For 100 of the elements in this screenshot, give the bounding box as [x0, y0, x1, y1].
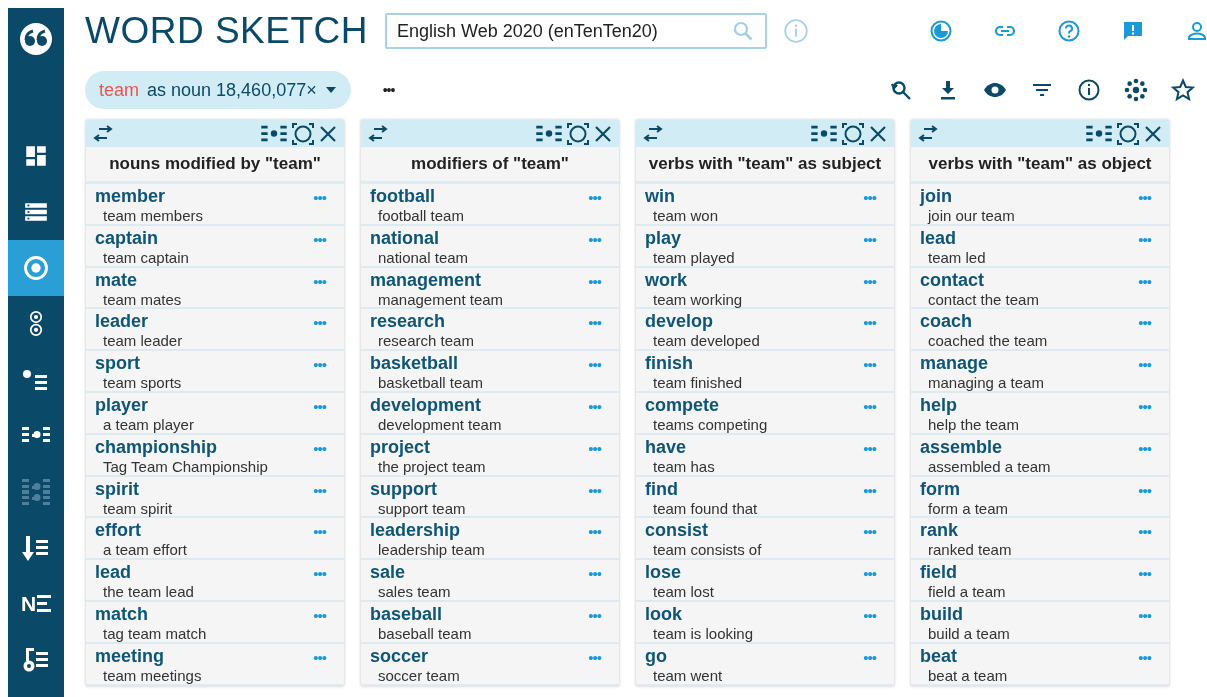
example-phrase: leadership team: [378, 540, 486, 560]
swap-icon[interactable]: [917, 124, 939, 143]
collocate-link[interactable]: win: [645, 187, 675, 206]
collocate-link[interactable]: find: [645, 479, 678, 499]
collocate-link[interactable]: coach: [920, 312, 973, 332]
collocate-link[interactable]: mate: [95, 270, 138, 290]
collocate-link[interactable]: leadership: [370, 521, 461, 541]
note-list-icon: [22, 646, 50, 674]
collocate-link[interactable]: research: [370, 312, 446, 332]
feedback-icon[interactable]: [1121, 19, 1145, 43]
search-history-icon[interactable]: [889, 78, 913, 102]
example-phrase: research team: [378, 331, 475, 351]
collocate-link[interactable]: consist: [645, 521, 709, 541]
collocate-link[interactable]: player: [95, 396, 149, 415]
collocate-link[interactable]: go: [645, 646, 667, 666]
collocate-link[interactable]: contact: [920, 270, 984, 290]
query-dropdown[interactable]: team as noun 18,460,077×: [85, 71, 351, 109]
collocate-link[interactable]: finish: [645, 354, 693, 374]
focus-icon[interactable]: [567, 122, 589, 145]
example-phrase: join our team: [928, 206, 1016, 225]
collocate-link[interactable]: work: [645, 270, 687, 290]
collocate-link[interactable]: support: [370, 479, 437, 499]
user-icon[interactable]: [1185, 19, 1207, 43]
collocate-link[interactable]: spirit: [95, 479, 139, 499]
swap-icon[interactable]: [642, 124, 664, 143]
example-phrase: the project team: [378, 457, 487, 476]
collocate-link[interactable]: soccer: [370, 646, 429, 666]
swap-icon[interactable]: [367, 124, 389, 143]
focus-icon[interactable]: [1117, 122, 1139, 145]
collocate-link[interactable]: help: [920, 396, 957, 415]
collocate-link[interactable]: leader: [95, 312, 149, 332]
collocate-link[interactable]: beat: [920, 646, 957, 666]
collocate-link[interactable]: have: [645, 437, 687, 457]
collocate-link[interactable]: basketball: [370, 354, 459, 374]
collocate-link[interactable]: match: [95, 604, 148, 624]
theme-icon[interactable]: [929, 19, 953, 43]
caret-icon: [324, 86, 337, 94]
logo-icon[interactable]: [19, 22, 53, 56]
collocate-link[interactable]: sale: [370, 563, 406, 583]
target-icon: [22, 254, 50, 282]
example-phrase: team played: [653, 248, 736, 267]
collocate-link[interactable]: compete: [645, 396, 720, 415]
close-icon[interactable]: [1143, 123, 1163, 144]
focus-icon[interactable]: [842, 122, 864, 145]
collocate-link[interactable]: lose: [645, 563, 682, 583]
help-icon[interactable]: [1057, 19, 1081, 43]
sidebar-item[interactable]: N: [8, 576, 64, 632]
collocate-link[interactable]: sport: [95, 354, 140, 374]
collocate-link[interactable]: development: [370, 396, 482, 415]
collocate-link[interactable]: national: [370, 228, 439, 248]
example-phrase: team mates: [103, 289, 183, 309]
close-icon[interactable]: [318, 123, 338, 144]
more-button[interactable]: •••: [376, 81, 401, 99]
collocate-link[interactable]: effort: [95, 521, 141, 541]
example-phrase: field a team: [928, 582, 1007, 602]
close-icon[interactable]: [868, 123, 888, 144]
collocate-link[interactable]: build: [920, 604, 963, 624]
search-icon: [731, 19, 755, 43]
collocate-link[interactable]: member: [95, 187, 166, 206]
example-phrase: team went: [653, 666, 724, 685]
example-phrase: management team: [378, 290, 505, 309]
corpus-search-field[interactable]: English Web 2020 (enTenTen20): [385, 13, 767, 49]
collocate-link[interactable]: rank: [920, 521, 959, 541]
collocate-link[interactable]: captain: [95, 228, 159, 248]
collocate-link[interactable]: project: [370, 437, 430, 457]
info-icon[interactable]: [1077, 78, 1101, 102]
swap-icon[interactable]: [92, 124, 114, 143]
example-phrase: team led: [928, 247, 987, 267]
collocate-link[interactable]: play: [645, 228, 682, 248]
dots-list-icon[interactable]: [535, 123, 563, 144]
example-phrase: ranked team: [928, 540, 1013, 560]
dots-circle-icon[interactable]: [1124, 78, 1148, 102]
dots-list-icon[interactable]: [260, 123, 288, 144]
dots-list-icon[interactable]: [810, 123, 838, 144]
collocate-link[interactable]: look: [645, 604, 682, 624]
dashboard-icon: [23, 143, 49, 169]
example-phrase: team working: [653, 289, 744, 309]
example-phrase: team captain: [103, 248, 190, 267]
collocate-link[interactable]: develop: [645, 312, 714, 332]
collocate-link[interactable]: championship: [95, 437, 217, 457]
collocate-link[interactable]: football: [370, 187, 435, 206]
collocate-link[interactable]: management: [370, 270, 482, 290]
collocate-link[interactable]: manage: [920, 354, 989, 374]
star-icon[interactable]: [1171, 78, 1195, 102]
focus-icon[interactable]: [292, 122, 314, 145]
example-phrase: managing a team: [928, 373, 1045, 393]
dots-list-icon[interactable]: [1085, 123, 1113, 144]
close-icon[interactable]: [593, 123, 613, 144]
collocate-link[interactable]: form: [920, 479, 960, 499]
dots-list-icon: [21, 477, 51, 507]
collocate-link[interactable]: lead: [920, 228, 957, 248]
example-phrase: team has: [653, 456, 716, 476]
collocate-link[interactable]: baseball: [370, 604, 443, 624]
collocate-link[interactable]: join: [920, 187, 952, 206]
example-phrase: team leader: [103, 331, 184, 351]
collocate-link[interactable]: lead: [95, 563, 132, 583]
example-phrase: support team: [378, 499, 467, 518]
collocate-link[interactable]: meeting: [95, 646, 164, 666]
collocate-link[interactable]: assemble: [920, 437, 1003, 457]
collocate-link[interactable]: field: [920, 563, 957, 583]
